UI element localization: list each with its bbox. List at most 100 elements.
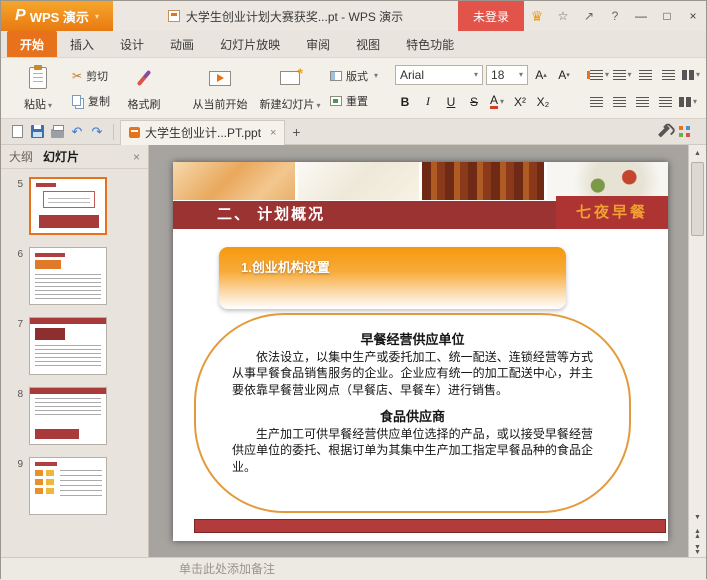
slide-thumbnail-row[interactable]: 8 bbox=[1, 387, 148, 445]
format-painter-button[interactable]: 格式刷 bbox=[115, 61, 173, 115]
food-photo-2[interactable] bbox=[297, 162, 419, 200]
tab-home[interactable]: 开始 bbox=[7, 31, 58, 57]
slide-thumbnail[interactable] bbox=[29, 457, 107, 515]
undo-button[interactable]: ↶ bbox=[67, 122, 87, 142]
new-tab-button[interactable]: + bbox=[285, 121, 307, 143]
new-slide-label: 新建幻灯片 bbox=[259, 99, 315, 111]
increase-indent-button[interactable] bbox=[658, 65, 678, 85]
notes-placeholder[interactable]: 单击此处添加备注 bbox=[1, 557, 706, 580]
member-crown-icon[interactable]: ♛ bbox=[524, 1, 550, 31]
slide-thumbnail-row[interactable]: 6 bbox=[1, 247, 148, 305]
numbered-list-button[interactable]: ▾ bbox=[612, 65, 632, 85]
undo-icon: ↶ bbox=[71, 123, 83, 139]
wps-logo: P bbox=[15, 7, 26, 24]
food-photo-3[interactable] bbox=[422, 162, 544, 200]
tab-slides-pane[interactable]: 幻灯片 bbox=[43, 148, 79, 165]
align-right-button[interactable] bbox=[632, 92, 652, 112]
subscript-button[interactable]: X₂ bbox=[533, 92, 553, 112]
slide-number: 8 bbox=[17, 389, 23, 400]
italic-button[interactable]: I bbox=[418, 92, 438, 112]
strikethrough-button[interactable]: S bbox=[464, 92, 484, 112]
brand-label[interactable]: 七夜早餐 bbox=[556, 196, 668, 229]
chevron-down-icon: ▾ bbox=[47, 101, 52, 110]
tab-animation[interactable]: 动画 bbox=[157, 31, 207, 57]
close-panel-icon[interactable]: × bbox=[133, 150, 140, 164]
align-center-button[interactable] bbox=[609, 92, 629, 112]
columns-button[interactable]: ▾ bbox=[678, 92, 698, 112]
tab-design[interactable]: 设计 bbox=[107, 31, 157, 57]
tab-slideshow[interactable]: 幻灯片放映 bbox=[207, 31, 293, 57]
next-slide-button[interactable]: ▼ ▼ bbox=[689, 541, 706, 557]
slide-thumbnail[interactable] bbox=[29, 387, 107, 445]
play-from-current-button[interactable]: 从当前开始 bbox=[185, 61, 255, 115]
new-slide-button[interactable]: 新建幻灯片▾ bbox=[255, 61, 325, 115]
justify-button[interactable] bbox=[655, 92, 675, 112]
layout-button[interactable]: 版式 ▾ bbox=[327, 66, 381, 86]
vertical-scrollbar[interactable]: ▲ ▼ ▲ ▲ ▼ ▼ bbox=[688, 145, 706, 557]
slide-thumbnail-row[interactable]: 9 bbox=[1, 457, 148, 515]
print-button[interactable] bbox=[47, 122, 67, 142]
layout-label: 版式 bbox=[346, 70, 368, 83]
slide-thumbnail[interactable] bbox=[29, 317, 107, 375]
cut-button[interactable]: ✂ 剪切 bbox=[69, 66, 113, 86]
login-button[interactable]: 未登录 bbox=[458, 1, 524, 31]
close-icon[interactable]: × bbox=[680, 1, 706, 31]
increase-font-button[interactable]: A ▴ bbox=[531, 65, 551, 85]
superscript-button[interactable]: X² bbox=[510, 92, 530, 112]
slide-editor[interactable]: 二、 计划概况 七夜早餐 1.创业机构设置 早餐经营供应单位 依法设立，以集中生… bbox=[149, 145, 688, 557]
share-icon[interactable]: ↗ bbox=[576, 1, 602, 31]
align-left-button[interactable] bbox=[586, 92, 606, 112]
slide-thumbnail[interactable] bbox=[29, 247, 107, 305]
star-icon[interactable]: ☆ bbox=[550, 1, 576, 31]
new-file-button[interactable] bbox=[7, 122, 27, 142]
tab-insert[interactable]: 插入 bbox=[57, 31, 107, 57]
body-paragraph-1: 依法设立，以集中生产或委托加工、统一配送、连锁经营等方式从事早餐食品销售服务的企… bbox=[232, 349, 593, 398]
slides-group: 从当前开始 新建幻灯片▾ 版式▾ 重置 bbox=[181, 61, 387, 115]
line-spacing-button[interactable]: ▾ bbox=[681, 65, 701, 85]
tab-review[interactable]: 审阅 bbox=[293, 31, 343, 57]
document-tab[interactable]: 大学生创业计...PT.ppt × bbox=[120, 119, 286, 145]
apps-button[interactable] bbox=[674, 122, 694, 142]
app-menu-button[interactable]: P WPS 演示 ▾ bbox=[1, 1, 113, 31]
body-text-shape[interactable]: 早餐经营供应单位 依法设立，以集中生产或委托加工、统一配送、连锁经营等方式从事早… bbox=[194, 313, 631, 513]
scrollbar-track[interactable] bbox=[689, 237, 706, 509]
slide-thumbnail-row[interactable]: 7 bbox=[1, 317, 148, 375]
font-size-select[interactable]: 18 ▾ bbox=[486, 64, 529, 85]
underline-button[interactable]: U bbox=[441, 92, 461, 112]
decrease-font-button[interactable]: A ▾ bbox=[554, 65, 574, 85]
scroll-down-icon[interactable]: ▼ bbox=[689, 509, 706, 525]
copy-button[interactable]: 复制 bbox=[69, 91, 113, 111]
increase-indent-icon bbox=[661, 69, 675, 80]
close-tab-icon[interactable]: × bbox=[270, 127, 276, 139]
scrollbar-thumb[interactable] bbox=[691, 162, 704, 236]
redo-button[interactable]: ↷ bbox=[87, 122, 107, 142]
slide-thumbnail-row[interactable]: 5 bbox=[1, 177, 148, 235]
decrease-indent-button[interactable] bbox=[635, 65, 655, 85]
previous-slide-button[interactable]: ▲ ▲ bbox=[689, 525, 706, 541]
bottom-red-bar[interactable] bbox=[194, 519, 666, 533]
maximize-icon[interactable]: □ bbox=[654, 1, 680, 31]
tab-outline-pane[interactable]: 大纲 bbox=[9, 148, 33, 165]
slide-title[interactable]: 二、 计划概况 bbox=[173, 201, 564, 229]
thumb-graphic bbox=[60, 470, 102, 500]
font-size-value: 18 bbox=[491, 67, 505, 82]
font-color-button[interactable]: A ▾ bbox=[487, 92, 507, 112]
reset-button[interactable]: 重置 bbox=[327, 91, 381, 111]
paste-button[interactable]: 粘贴 ▾ bbox=[9, 61, 67, 115]
minimize-icon[interactable]: — bbox=[628, 1, 654, 31]
bold-button[interactable]: B bbox=[395, 92, 415, 112]
slide-canvas[interactable]: 二、 计划概况 七夜早餐 1.创业机构设置 早餐经营供应单位 依法设立，以集中生… bbox=[173, 162, 668, 541]
thumb-graphic bbox=[35, 462, 57, 466]
font-family-select[interactable]: Arial ▾ bbox=[395, 64, 484, 85]
bullet-list-button[interactable]: ▾ bbox=[586, 65, 609, 85]
save-button[interactable] bbox=[27, 122, 47, 142]
section-banner[interactable]: 1.创业机构设置 bbox=[219, 247, 566, 309]
scroll-up-icon[interactable]: ▲ bbox=[689, 145, 706, 161]
tab-special-features[interactable]: 特色功能 bbox=[393, 31, 467, 57]
slide-thumbnail[interactable] bbox=[29, 177, 107, 235]
tab-view[interactable]: 视图 bbox=[343, 31, 393, 57]
tools-button[interactable] bbox=[654, 122, 674, 142]
food-photo-1[interactable] bbox=[173, 162, 295, 200]
help-icon[interactable]: ? bbox=[602, 1, 628, 31]
food-photo-4[interactable] bbox=[546, 162, 668, 200]
